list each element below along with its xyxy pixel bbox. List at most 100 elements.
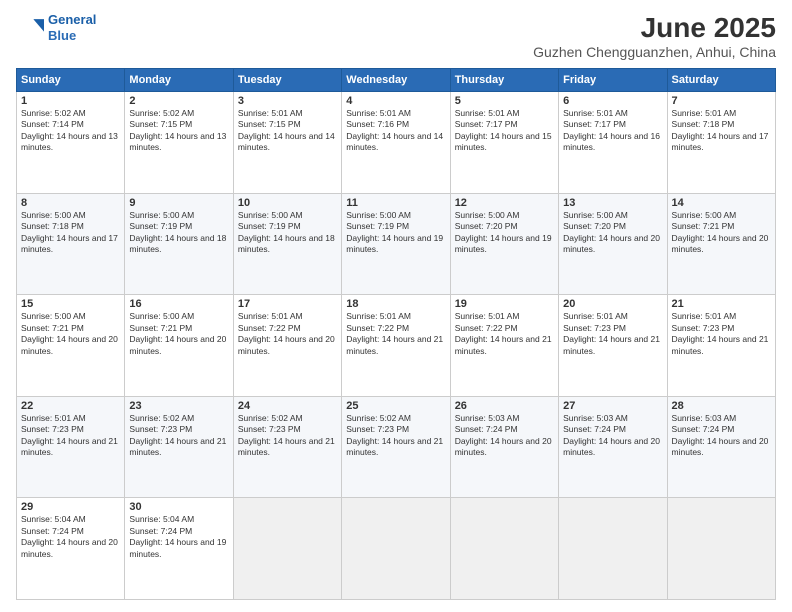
title-block: June 2025 Guzhen Chengguanzhen, Anhui, C…	[533, 12, 776, 60]
calendar-cell: 14Sunrise: 5:00 AMSunset: 7:21 PMDayligh…	[667, 193, 775, 295]
header-day-tuesday: Tuesday	[233, 69, 341, 92]
day-info: Sunrise: 5:02 AMSunset: 7:15 PMDaylight:…	[129, 108, 228, 154]
header-day-friday: Friday	[559, 69, 667, 92]
logo-text: General Blue	[48, 12, 96, 43]
day-info: Sunrise: 5:01 AMSunset: 7:16 PMDaylight:…	[346, 108, 445, 154]
day-info: Sunrise: 5:01 AMSunset: 7:18 PMDaylight:…	[672, 108, 771, 154]
calendar-cell: 18Sunrise: 5:01 AMSunset: 7:22 PMDayligh…	[342, 295, 450, 397]
day-number: 27	[563, 400, 662, 412]
calendar-cell: 13Sunrise: 5:00 AMSunset: 7:20 PMDayligh…	[559, 193, 667, 295]
day-number: 29	[21, 501, 120, 513]
calendar-cell: 4Sunrise: 5:01 AMSunset: 7:16 PMDaylight…	[342, 92, 450, 194]
day-number: 13	[563, 197, 662, 209]
calendar-cell: 24Sunrise: 5:02 AMSunset: 7:23 PMDayligh…	[233, 396, 341, 498]
day-number: 6	[563, 95, 662, 107]
logo: General Blue	[16, 12, 96, 43]
day-number: 20	[563, 298, 662, 310]
calendar-cell: 29Sunrise: 5:04 AMSunset: 7:24 PMDayligh…	[17, 498, 125, 600]
calendar-cell: 5Sunrise: 5:01 AMSunset: 7:17 PMDaylight…	[450, 92, 558, 194]
day-number: 12	[455, 197, 554, 209]
page: General Blue June 2025 Guzhen Chengguanz…	[0, 0, 792, 612]
day-info: Sunrise: 5:02 AMSunset: 7:23 PMDaylight:…	[346, 413, 445, 459]
calendar-cell	[233, 498, 341, 600]
calendar-cell: 17Sunrise: 5:01 AMSunset: 7:22 PMDayligh…	[233, 295, 341, 397]
day-info: Sunrise: 5:00 AMSunset: 7:19 PMDaylight:…	[129, 210, 228, 256]
calendar-cell: 16Sunrise: 5:00 AMSunset: 7:21 PMDayligh…	[125, 295, 233, 397]
calendar-cell: 21Sunrise: 5:01 AMSunset: 7:23 PMDayligh…	[667, 295, 775, 397]
calendar-cell	[559, 498, 667, 600]
day-info: Sunrise: 5:00 AMSunset: 7:19 PMDaylight:…	[238, 210, 337, 256]
calendar-cell: 8Sunrise: 5:00 AMSunset: 7:18 PMDaylight…	[17, 193, 125, 295]
day-number: 17	[238, 298, 337, 310]
day-info: Sunrise: 5:02 AMSunset: 7:23 PMDaylight:…	[238, 413, 337, 459]
day-number: 11	[346, 197, 445, 209]
day-info: Sunrise: 5:00 AMSunset: 7:18 PMDaylight:…	[21, 210, 120, 256]
day-info: Sunrise: 5:04 AMSunset: 7:24 PMDaylight:…	[129, 514, 228, 560]
day-info: Sunrise: 5:01 AMSunset: 7:23 PMDaylight:…	[672, 311, 771, 357]
day-number: 22	[21, 400, 120, 412]
day-info: Sunrise: 5:00 AMSunset: 7:20 PMDaylight:…	[563, 210, 662, 256]
header-day-sunday: Sunday	[17, 69, 125, 92]
day-number: 19	[455, 298, 554, 310]
calendar-week-5: 29 Sunrise: 5:04 AMSunset: 7:24 PMDayligh…	[17, 498, 776, 600]
day-info: Sunrise: 5:00 AMSunset: 7:21 PMDaylight:…	[129, 311, 228, 357]
header-day-wednesday: Wednesday	[342, 69, 450, 92]
calendar-cell: 22Sunrise: 5:01 AMSunset: 7:23 PMDayligh…	[17, 396, 125, 498]
day-number: 3	[238, 95, 337, 107]
calendar-week-2: 8Sunrise: 5:00 AMSunset: 7:18 PMDaylight…	[17, 193, 776, 295]
calendar-cell: 10Sunrise: 5:00 AMSunset: 7:19 PMDayligh…	[233, 193, 341, 295]
day-number: 30	[129, 501, 228, 513]
logo-icon	[16, 14, 44, 42]
day-number: 24	[238, 400, 337, 412]
calendar-cell: 9Sunrise: 5:00 AMSunset: 7:19 PMDaylight…	[125, 193, 233, 295]
day-info: Sunrise: 5:00 AMSunset: 7:20 PMDaylight:…	[455, 210, 554, 256]
day-info: Sunrise: 5:01 AMSunset: 7:22 PMDaylight:…	[238, 311, 337, 357]
day-info: Sunrise: 5:00 AMSunset: 7:19 PMDaylight:…	[346, 210, 445, 256]
calendar-week-4: 22Sunrise: 5:01 AMSunset: 7:23 PMDayligh…	[17, 396, 776, 498]
calendar-cell: 20Sunrise: 5:01 AMSunset: 7:23 PMDayligh…	[559, 295, 667, 397]
day-info: Sunrise: 5:01 AMSunset: 7:23 PMDaylight:…	[21, 413, 120, 459]
header: General Blue June 2025 Guzhen Chengguanz…	[16, 12, 776, 60]
day-number: 15	[21, 298, 120, 310]
calendar-header-row: SundayMondayTuesdayWednesdayThursdayFrid…	[17, 69, 776, 92]
calendar-cell: 3Sunrise: 5:01 AMSunset: 7:15 PMDaylight…	[233, 92, 341, 194]
header-day-monday: Monday	[125, 69, 233, 92]
calendar-cell: 23Sunrise: 5:02 AMSunset: 7:23 PMDayligh…	[125, 396, 233, 498]
calendar-cell: 1Sunrise: 5:02 AMSunset: 7:14 PMDaylight…	[17, 92, 125, 194]
day-number: 16	[129, 298, 228, 310]
calendar-cell: 27Sunrise: 5:03 AMSunset: 7:24 PMDayligh…	[559, 396, 667, 498]
day-info: Sunrise: 5:01 AMSunset: 7:22 PMDaylight:…	[346, 311, 445, 357]
day-info: Sunrise: 5:03 AMSunset: 7:24 PMDaylight:…	[563, 413, 662, 459]
day-info: Sunrise: 5:02 AMSunset: 7:14 PMDaylight:…	[21, 108, 120, 154]
header-day-saturday: Saturday	[667, 69, 775, 92]
calendar-week-3: 15 Sunrise: 5:00 AMSunset: 7:21 PMDayligh…	[17, 295, 776, 397]
calendar-cell: 7Sunrise: 5:01 AMSunset: 7:18 PMDaylight…	[667, 92, 775, 194]
day-info: Sunrise: 5:01 AMSunset: 7:22 PMDaylight:…	[455, 311, 554, 357]
day-number: 1	[21, 95, 120, 107]
day-number: 7	[672, 95, 771, 107]
calendar-cell: 26Sunrise: 5:03 AMSunset: 7:24 PMDayligh…	[450, 396, 558, 498]
day-info: Sunrise: 5:02 AMSunset: 7:23 PMDaylight:…	[129, 413, 228, 459]
day-info: Sunrise: 5:00 AMSunset: 7:21 PMDaylight:…	[672, 210, 771, 256]
day-info: Sunrise: 5:03 AMSunset: 7:24 PMDaylight:…	[672, 413, 771, 459]
calendar-cell: 6Sunrise: 5:01 AMSunset: 7:17 PMDaylight…	[559, 92, 667, 194]
day-info: Sunrise: 5:01 AMSunset: 7:17 PMDaylight:…	[563, 108, 662, 154]
day-number: 8	[21, 197, 120, 209]
calendar-cell: 25Sunrise: 5:02 AMSunset: 7:23 PMDayligh…	[342, 396, 450, 498]
calendar-cell	[450, 498, 558, 600]
calendar-cell: 2Sunrise: 5:02 AMSunset: 7:15 PMDaylight…	[125, 92, 233, 194]
day-number: 5	[455, 95, 554, 107]
day-number: 23	[129, 400, 228, 412]
subtitle: Guzhen Chengguanzhen, Anhui, China	[533, 44, 776, 60]
header-day-thursday: Thursday	[450, 69, 558, 92]
calendar-cell	[667, 498, 775, 600]
day-number: 26	[455, 400, 554, 412]
calendar-cell: 15Sunrise: 5:00 AMSunset: 7:21 PMDayligh…	[17, 295, 125, 397]
day-number: 9	[129, 197, 228, 209]
calendar-cell: 12Sunrise: 5:00 AMSunset: 7:20 PMDayligh…	[450, 193, 558, 295]
calendar-week-1: 1Sunrise: 5:02 AMSunset: 7:14 PMDaylight…	[17, 92, 776, 194]
calendar-cell	[342, 498, 450, 600]
calendar-cell: 11Sunrise: 5:00 AMSunset: 7:19 PMDayligh…	[342, 193, 450, 295]
main-title: June 2025	[533, 12, 776, 44]
day-number: 21	[672, 298, 771, 310]
